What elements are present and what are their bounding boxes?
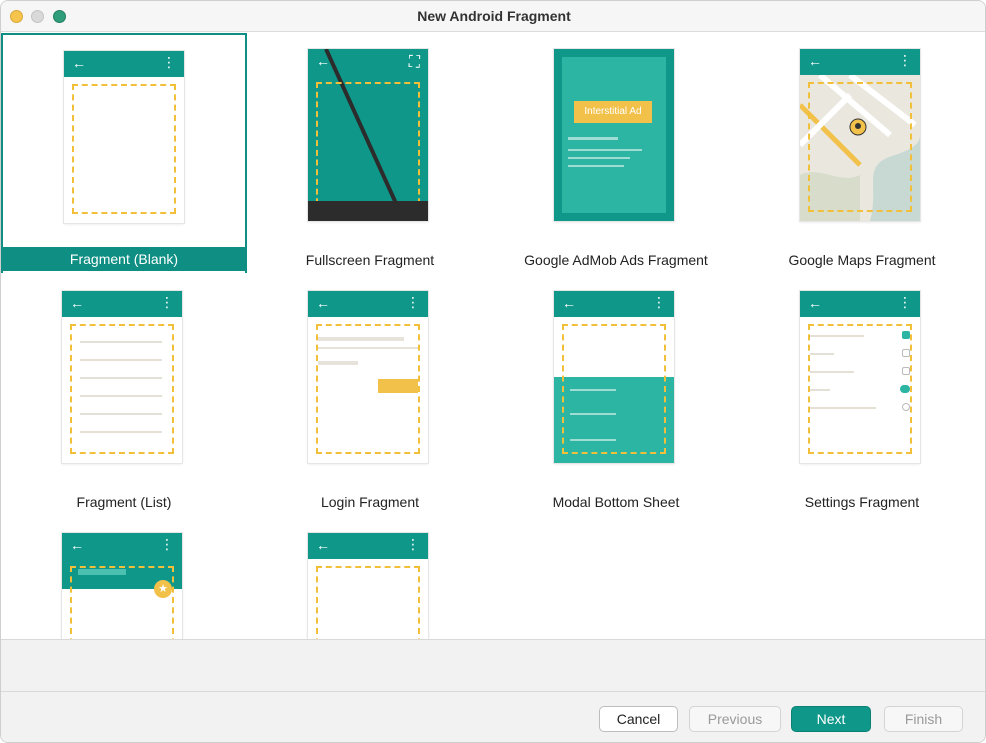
overflow-menu-icon: ⋮ [160,294,174,310]
overflow-menu-icon: ⋮ [898,294,912,310]
app-bar: ← ⋮ [308,291,428,317]
username-underline [318,347,418,349]
overflow-menu-icon: ⋮ [898,52,912,68]
template-tile-google-maps[interactable]: ← ⋮ Google Maps Fragment [739,33,985,273]
new-android-fragment-dialog: New Android Fragment ← ⋮ Fragment (Blank… [0,0,986,743]
footer-divider [1,691,985,692]
template-label: Fragment (List) [76,494,172,510]
setting-row [810,407,876,409]
template-preview: Interstitial Ad [554,49,674,221]
app-bar: ← ⋮ [64,51,184,77]
app-bar: ← ⋮ [554,291,674,317]
title-bar: New Android Fragment [1,1,985,32]
template-gallery[interactable]: ← ⋮ Fragment (Blank) ← ⛶ Fullscreen Frag… [1,33,985,639]
template-tile-settings[interactable]: ← ⋮ Settings Fragment [739,275,985,515]
app-bar: ← ⋮ [800,291,920,317]
list-row [80,341,162,343]
template-preview: ← ⋮ [800,49,920,221]
back-arrow-icon: ← [316,537,330,553]
overflow-menu-icon: ⋮ [160,536,174,552]
template-preview: ← ⋮ [308,533,428,639]
back-arrow-icon: ← [808,295,822,311]
template-tile-login[interactable]: ← ⋮ Login Fragment [247,275,493,515]
fragment-area-outline [70,324,174,454]
setting-row [810,353,834,355]
fragment-area-outline [316,82,420,214]
overflow-menu-icon: ⋮ [652,294,666,310]
template-label: Modal Bottom Sheet [552,494,680,510]
overflow-menu-icon: ⋮ [406,536,420,552]
app-bar: ← ⋮ [800,49,920,75]
list-row [80,431,162,433]
setting-row [810,335,864,337]
template-label: Fragment (Blank) [1,247,247,271]
cancel-button[interactable]: Cancel [599,706,678,732]
window-title: New Android Fragment [417,8,571,24]
overflow-menu-icon: ⋮ [406,294,420,310]
login-button-preview [378,379,418,393]
text-line [568,149,642,151]
template-preview: ← ⋮ [800,291,920,463]
template-label: Settings Fragment [804,494,920,510]
switch-icon [900,385,910,393]
template-preview: ← ⋮ [64,51,184,223]
interstitial-ad-badge: Interstitial Ad [574,101,652,123]
template-tile-modal-bottom-sheet[interactable]: ← ⋮ Modal Bottom Sheet [493,275,739,515]
back-arrow-icon: ← [72,55,86,71]
back-arrow-icon: ← [316,295,330,311]
back-arrow-icon: ← [70,537,84,553]
text-line [568,165,624,167]
overflow-menu-icon: ⋮ [162,54,176,70]
next-button[interactable]: Next [791,706,871,732]
fragment-area-outline [72,84,176,214]
finish-button[interactable]: Finish [884,706,963,732]
template-preview: ← ⋮ [62,291,182,463]
password-field-placeholder [318,361,358,365]
template-tile-fragment-list[interactable]: ← ⋮ Fragment (List) [1,275,247,515]
template-label: Fullscreen Fragment [305,252,435,268]
app-bar: ← ⋮ [62,291,182,317]
list-row [80,359,162,361]
checkbox-icon [902,367,910,375]
list-row [80,395,162,397]
template-label: Google Maps Fragment [788,252,936,268]
ad-card [562,57,666,213]
back-arrow-icon: ← [316,53,330,69]
template-tile-viewmodel[interactable]: ← ⋮ [247,517,493,639]
template-preview: ← ⋮ [554,291,674,463]
radio-icon [902,403,910,411]
fullscreen-icon: ⛶ [408,54,420,71]
template-preview: ← ⋮ ★ [62,533,182,639]
fragment-area-outline [808,82,912,212]
template-preview: ← ⛶ [308,49,428,221]
username-field-placeholder [318,337,404,341]
text-line [568,137,618,140]
previous-button[interactable]: Previous [689,706,781,732]
list-row [80,413,162,415]
fragment-area-outline [316,566,420,639]
list-row [80,377,162,379]
template-tile-scrolling[interactable]: ← ⋮ ★ [1,517,247,639]
text-line [568,157,630,159]
checked-checkbox-icon [902,331,910,339]
navigation-bar [308,201,428,221]
template-tile-fullscreen[interactable]: ← ⛶ Fullscreen Fragment [247,33,493,273]
template-label: Login Fragment [320,494,420,510]
back-arrow-icon: ← [562,295,576,311]
dialog-footer: Cancel Previous Next Finish [1,640,985,742]
setting-row [810,389,830,391]
app-bar: ← ⋮ [308,533,428,559]
template-tile-google-admob[interactable]: Interstitial Ad Google AdMob Ads Fragmen… [493,33,739,273]
fragment-area-outline [562,324,666,454]
fragment-area-outline [70,566,174,639]
template-tile-fragment-blank[interactable]: ← ⋮ Fragment (Blank) [1,33,247,273]
template-label: Google AdMob Ads Fragment [524,252,708,268]
back-arrow-icon: ← [70,295,84,311]
template-preview: ← ⋮ [308,291,428,463]
checkbox-icon [902,349,910,357]
setting-row [810,371,854,373]
back-arrow-icon: ← [808,53,822,69]
